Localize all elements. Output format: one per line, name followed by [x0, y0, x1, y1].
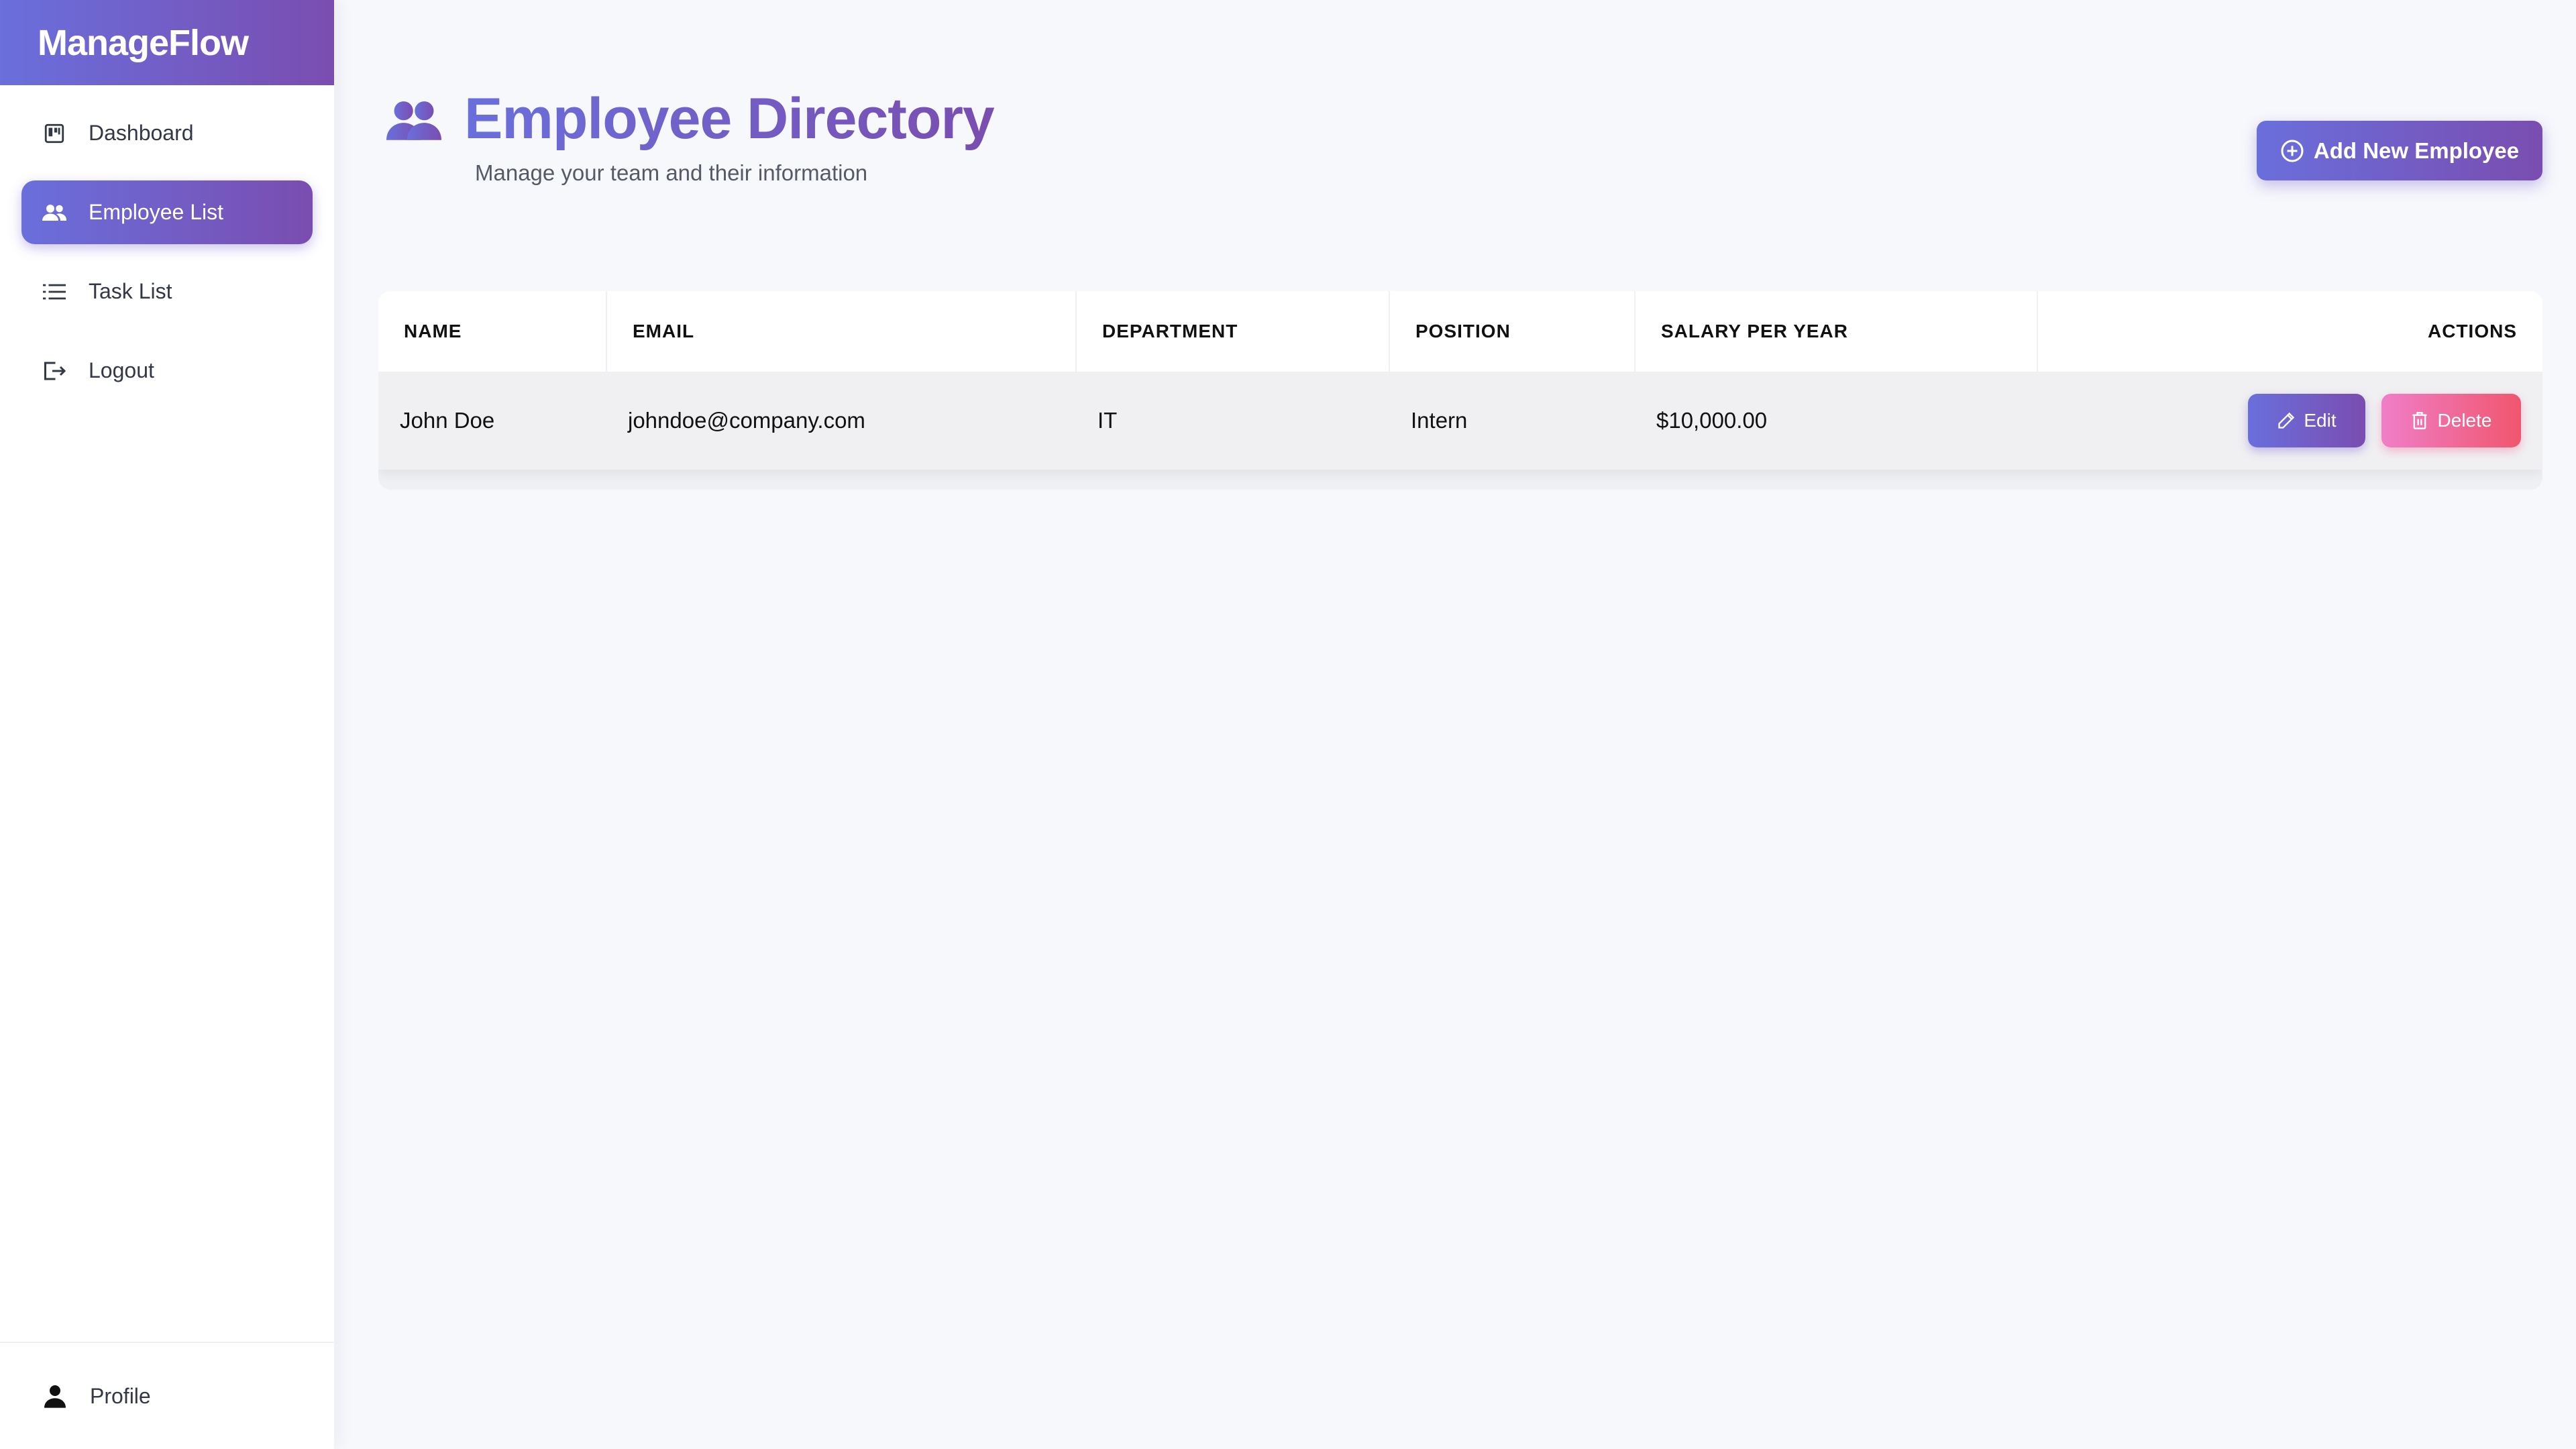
sidebar-item-label: Employee List — [89, 200, 223, 224]
table-row[interactable]: John Doe johndoe@company.com IT Intern $… — [378, 372, 2542, 470]
column-header-name[interactable]: NAME — [378, 291, 607, 372]
column-header-salary[interactable]: SALARY PER YEAR — [1635, 291, 2038, 372]
cell-name: John Doe — [400, 408, 495, 433]
employee-table: NAME EMAIL DEPARTMENT POSITION SALARY PE… — [378, 291, 2542, 470]
brand-logo-text: ManageFlow — [38, 22, 249, 63]
app-root: ManageFlow Dashboard Employee List Task … — [0, 0, 2576, 1449]
edit-button[interactable]: Edit — [2248, 394, 2365, 447]
column-header-department[interactable]: DEPARTMENT — [1076, 291, 1390, 372]
column-header-position[interactable]: POSITION — [1389, 291, 1635, 372]
plus-circle-icon — [2280, 139, 2304, 163]
users-icon — [42, 200, 67, 225]
trash-icon — [2411, 411, 2430, 430]
sidebar-profile-label: Profile — [90, 1383, 151, 1408]
logout-icon — [42, 358, 67, 384]
column-header-actions: ACTIONS — [2428, 321, 2517, 341]
delete-label: Delete — [2437, 410, 2492, 431]
add-employee-button[interactable]: Add New Employee — [2257, 121, 2542, 180]
main-content: Employee Directory Manage your team and … — [334, 0, 2576, 1449]
title-row: Employee Directory — [386, 86, 995, 152]
column-header-email[interactable]: EMAIL — [606, 291, 1077, 372]
sidebar-item-employee-list[interactable]: Employee List — [21, 180, 313, 244]
table-body: John Doe johndoe@company.com IT Intern $… — [378, 372, 2542, 470]
user-icon — [42, 1383, 68, 1409]
sidebar-nav: Dashboard Employee List Task List Logout — [0, 85, 334, 402]
cell-actions: Edit Delete — [2037, 372, 2542, 470]
sidebar-profile[interactable]: Profile — [0, 1342, 334, 1449]
users-icon — [386, 98, 441, 141]
employee-table-card: NAME EMAIL DEPARTMENT POSITION SALARY PE… — [378, 291, 2542, 490]
page-title: Employee Directory — [464, 87, 995, 151]
sidebar-item-label: Logout — [89, 358, 154, 382]
sidebar-item-label: Dashboard — [89, 121, 194, 145]
brand-header: ManageFlow — [0, 0, 334, 85]
edit-label: Edit — [2304, 410, 2337, 431]
cell-email: johndoe@company.com — [628, 408, 865, 433]
table-header: NAME EMAIL DEPARTMENT POSITION SALARY PE… — [378, 291, 2542, 372]
table-header-row: NAME EMAIL DEPARTMENT POSITION SALARY PE… — [378, 291, 2542, 372]
cell-department: IT — [1097, 408, 1118, 433]
sidebar-item-task-list[interactable]: Task List — [21, 260, 313, 323]
cell-salary: $10,000.00 — [1656, 408, 1768, 433]
page-header: Employee Directory Manage your team and … — [386, 86, 995, 186]
delete-button[interactable]: Delete — [2381, 394, 2521, 447]
sidebar-item-logout[interactable]: Logout — [21, 339, 313, 402]
pencil-icon — [2277, 411, 2296, 430]
add-employee-label: Add New Employee — [2313, 138, 2520, 163]
list-icon — [42, 279, 67, 305]
page-subtitle: Manage your team and their information — [475, 160, 868, 185]
sidebar-item-label: Task List — [89, 279, 172, 303]
dashboard-icon — [42, 121, 67, 146]
sidebar: ManageFlow Dashboard Employee List Task … — [0, 0, 334, 1449]
cell-position: Intern — [1411, 408, 1468, 433]
sidebar-item-dashboard[interactable]: Dashboard — [21, 101, 313, 165]
